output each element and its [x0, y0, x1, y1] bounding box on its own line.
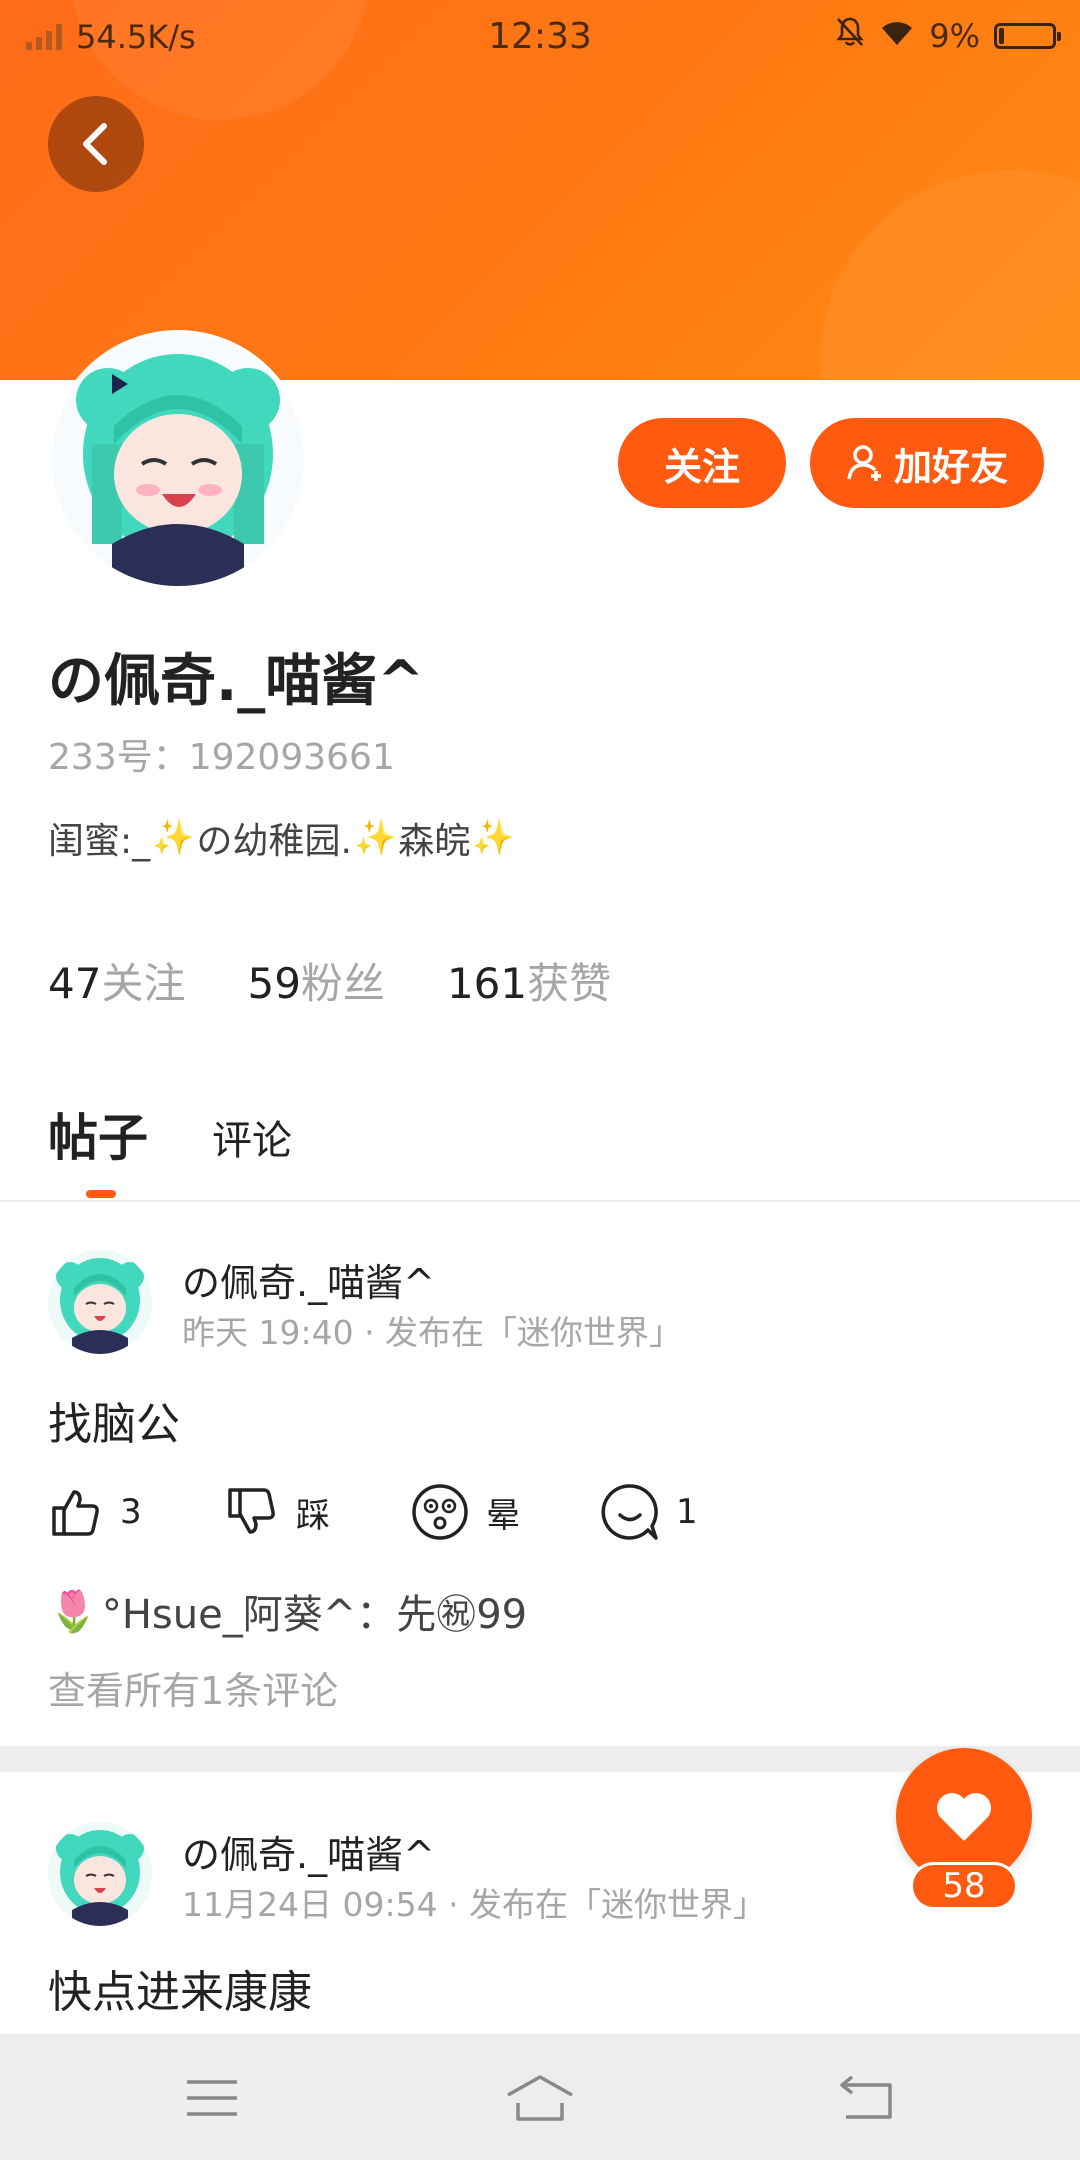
bell-muted-icon — [835, 16, 865, 56]
active-tab-indicator — [86, 1190, 116, 1198]
post-content[interactable]: 找脑公 — [48, 1388, 180, 1452]
bio-text: 森皖 — [398, 821, 471, 862]
menu-button[interactable] — [172, 2070, 252, 2126]
stat-likes: 161获赞 — [446, 959, 612, 1008]
back-nav-button[interactable] — [828, 2070, 908, 2126]
thumbs-down-icon — [228, 1488, 275, 1534]
post-author-name[interactable]: の佩奇._喵酱^ — [182, 1252, 435, 1307]
heart-icon — [937, 1793, 991, 1841]
post-actions: 3 踩 晕 1 — [48, 1482, 698, 1542]
like-fab-count: 58 — [910, 1862, 1018, 1910]
like-button[interactable]: 3 — [48, 1484, 224, 1540]
add-friend-label: 加好友 — [893, 444, 1008, 489]
dizzy-button[interactable]: 晕 — [410, 1482, 600, 1542]
post-content[interactable]: 快点进来康康 — [48, 1956, 312, 2020]
bio-text: の幼稚园. — [196, 821, 352, 862]
view-all-comments-link[interactable]: 查看所有1条评论 — [48, 1660, 338, 1715]
return-icon — [840, 2075, 892, 2119]
status-bar: 54.5K/s 12:33 9% — [0, 0, 1080, 74]
add-friend-button[interactable]: 加好友 — [810, 418, 1044, 508]
header-decoration — [820, 170, 1080, 380]
stat-fans[interactable]: 59粉丝 — [247, 950, 384, 1011]
home-button[interactable] — [500, 2070, 580, 2126]
chevron-left-icon — [83, 123, 107, 165]
wifi-icon — [879, 17, 915, 55]
battery-percent: 9% — [929, 17, 980, 55]
bio-text: 闺蜜:_ — [48, 821, 151, 862]
comment-button[interactable]: 1 — [600, 1482, 698, 1542]
tab-comments[interactable]: 评论 — [212, 1108, 292, 1170]
post-meta: 昨天 19:40 · 发布在「迷你世界」 — [182, 1313, 683, 1352]
post-card[interactable]: の佩奇._喵酱^ 昨天 19:40 · 发布在「迷你世界」 找脑公 3 踩 晕 … — [0, 1250, 1080, 1746]
home-icon — [507, 2075, 573, 2121]
comment-icon — [601, 1484, 658, 1540]
avatar[interactable] — [52, 334, 304, 586]
thumbs-up-icon — [52, 1490, 99, 1536]
sparkle-icon: ✨ — [472, 818, 515, 858]
comment-text: °Hsue_阿葵^：先㊗99 — [101, 1592, 528, 1638]
profile-bio: 闺蜜:_ ✨ の幼稚园. ✨ 森皖 ✨ — [48, 812, 517, 864]
add-user-icon — [847, 445, 881, 481]
profile-tabs: 帖子 评论 — [48, 1098, 292, 1198]
post-author-avatar[interactable] — [48, 1250, 152, 1354]
dizzy-face-icon — [412, 1484, 468, 1540]
menu-icon — [187, 2080, 237, 2116]
system-nav-bar — [0, 2034, 1080, 2160]
battery-icon — [994, 23, 1061, 49]
post-author-avatar[interactable] — [48, 1822, 152, 1926]
sparkle-icon: ✨ — [152, 818, 195, 858]
follow-button[interactable]: 关注 — [618, 418, 786, 508]
tab-posts[interactable]: 帖子 — [48, 1098, 148, 1198]
sparkle-icon: ✨ — [353, 818, 397, 858]
back-button[interactable] — [48, 96, 144, 192]
stat-following[interactable]: 47关注 — [48, 950, 185, 1011]
post-author-name[interactable]: の佩奇._喵酱^ — [182, 1824, 435, 1879]
profile-username: の佩奇._喵酱^ — [48, 649, 425, 714]
profile-stats: 47关注 59粉丝 161获赞 — [48, 950, 611, 1011]
divider — [0, 1200, 1080, 1202]
comment-preview[interactable]: 🌷 °Hsue_阿葵^：先㊗99 — [48, 1582, 527, 1640]
post-meta: 11月24日 09:54 · 发布在「迷你世界」 — [182, 1885, 767, 1924]
tulip-icon: 🌷 — [48, 1588, 98, 1635]
dislike-button[interactable]: 踩 — [224, 1484, 410, 1540]
profile-id: 233号：192093661 — [48, 737, 395, 778]
